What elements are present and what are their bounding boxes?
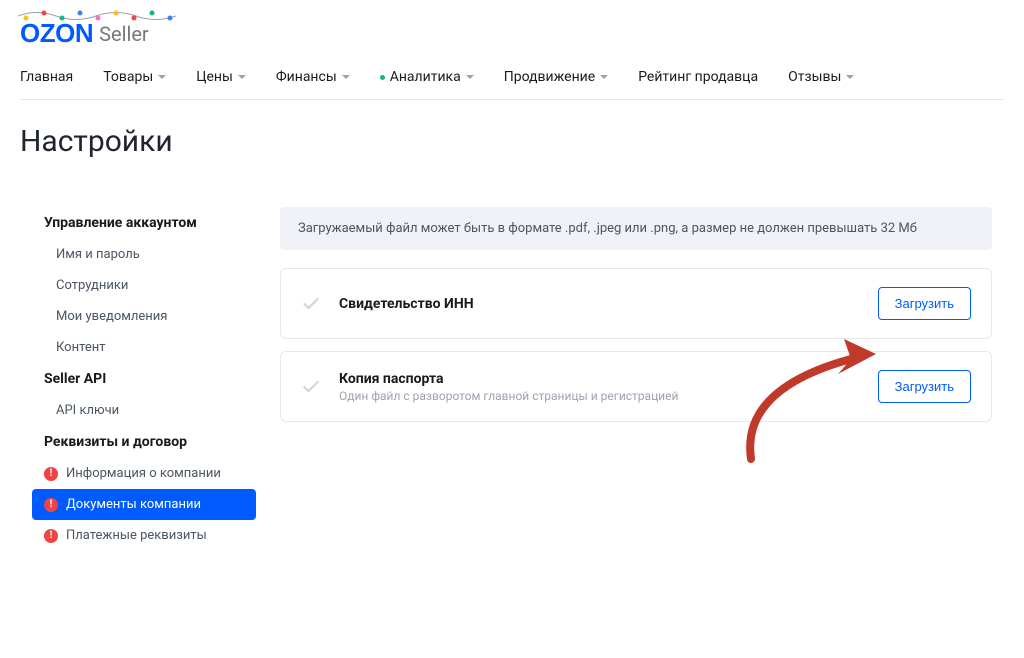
sidebar-item[interactable]: API ключи: [32, 395, 256, 426]
nav-item-label: Аналитика: [390, 69, 461, 85]
nav-item-label: Отзывы: [788, 69, 841, 85]
sidebar-item-label: Платежные реквизиты: [66, 528, 207, 543]
check-icon: [301, 377, 321, 397]
document-card: Свидетельство ИНН Загрузить: [280, 268, 992, 339]
sidebar-item-label: Имя и пароль: [56, 247, 140, 262]
nav-indicator-dot-icon: [380, 75, 385, 80]
logo-brand: OZON: [20, 18, 93, 49]
upload-notice: Загружаемый файл может быть в формате .p…: [280, 207, 992, 250]
nav-item-label: Финансы: [276, 69, 337, 85]
nav-item-label: Товары: [103, 69, 153, 85]
sidebar-item-label: Мои уведомления: [56, 309, 167, 324]
chevron-down-icon: [466, 75, 474, 79]
sidebar-item-label: API ключи: [56, 403, 119, 418]
chevron-down-icon: [342, 75, 350, 79]
nav-item-label: Цены: [196, 69, 233, 85]
alert-badge-icon: !: [44, 467, 58, 481]
page-title: Настройки: [0, 100, 1024, 179]
chevron-down-icon: [846, 75, 854, 79]
document-card: Копия паспорта Один файл с разворотом гла…: [280, 351, 992, 422]
nav-item-1[interactable]: Товары: [103, 69, 166, 85]
sidebar-section-title: Seller API: [32, 363, 256, 395]
sidebar-item[interactable]: Имя и пароль: [32, 239, 256, 270]
top-nav: Главная Товары Цены Финансы Аналитика Продвиж…: [20, 49, 1004, 100]
sidebar: Управление аккаунтом Имя и пароль Сотрудни…: [32, 207, 256, 555]
nav-item-3[interactable]: Финансы: [276, 69, 350, 85]
nav-item-label: Рейтинг продавца: [638, 69, 758, 85]
sidebar-item[interactable]: Сотрудники: [32, 270, 256, 301]
chevron-down-icon: [600, 75, 608, 79]
nav-item-label: Главная: [20, 69, 73, 85]
chevron-down-icon: [238, 75, 246, 79]
logo-suffix: Seller: [99, 22, 149, 46]
document-body: Свидетельство ИНН: [339, 296, 860, 312]
document-title: Копия паспорта: [339, 371, 860, 387]
nav-item-2[interactable]: Цены: [196, 69, 246, 85]
sidebar-item[interactable]: Контент: [32, 332, 256, 363]
check-icon: [301, 294, 321, 314]
sidebar-section-title: Управление аккаунтом: [32, 207, 256, 239]
document-body: Копия паспорта Один файл с разворотом гла…: [339, 371, 860, 403]
nav-item-0[interactable]: Главная: [20, 69, 73, 85]
nav-item-7[interactable]: Отзывы: [788, 69, 854, 85]
nav-item-4[interactable]: Аналитика: [380, 69, 474, 85]
nav-item-6[interactable]: Рейтинг продавца: [638, 69, 758, 85]
chevron-down-icon: [158, 75, 166, 79]
sidebar-item[interactable]: ! Документы компании: [32, 489, 256, 520]
sidebar-item[interactable]: Мои уведомления: [32, 301, 256, 332]
sidebar-section-title: Реквизиты и договор: [32, 426, 256, 458]
sidebar-item-label: Документы компании: [66, 497, 201, 512]
sidebar-item[interactable]: ! Платежные реквизиты: [32, 520, 256, 551]
logo[interactable]: OZON Seller: [20, 12, 149, 49]
main-content: Загружаемый файл может быть в формате .p…: [280, 207, 992, 555]
alert-badge-icon: !: [44, 498, 58, 512]
nav-item-label: Продвижение: [504, 69, 595, 85]
sidebar-item-label: Сотрудники: [56, 278, 128, 293]
document-subtitle: Один файл с разворотом главной страницы …: [339, 389, 860, 403]
upload-button[interactable]: Загрузить: [878, 370, 971, 403]
sidebar-item-label: Информация о компании: [66, 466, 221, 481]
alert-badge-icon: !: [44, 529, 58, 543]
nav-item-5[interactable]: Продвижение: [504, 69, 608, 85]
sidebar-item[interactable]: ! Информация о компании: [32, 458, 256, 489]
document-title: Свидетельство ИНН: [339, 296, 860, 312]
upload-button[interactable]: Загрузить: [878, 287, 971, 320]
sidebar-item-label: Контент: [56, 340, 105, 355]
